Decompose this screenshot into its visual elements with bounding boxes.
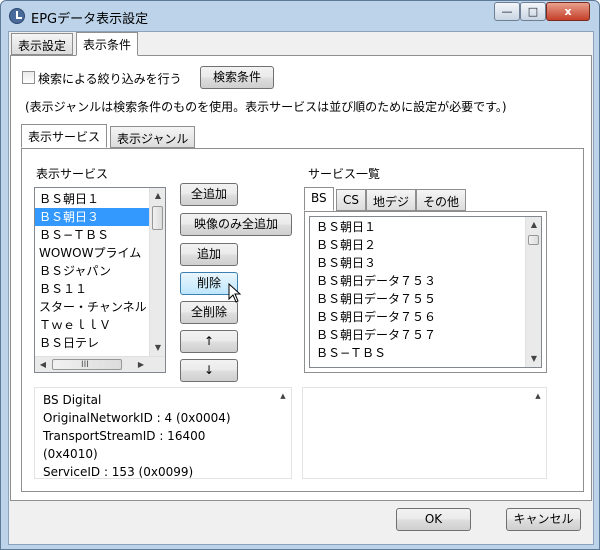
mouse-pointer-icon	[228, 283, 242, 303]
scroll-up-arrow-icon[interactable]: ▲	[275, 388, 291, 404]
list-item[interactable]: ＢＳジャパン	[35, 262, 150, 280]
scroll-down-arrow-icon[interactable]: ▼	[526, 351, 541, 367]
service-list-label: サービス一覧	[308, 167, 381, 181]
list-item[interactable]: ＢＳ日テレ	[35, 334, 150, 352]
scroll-down-arrow-icon[interactable]: ▼	[150, 340, 165, 356]
display-services-listbox[interactable]: ＢＳ朝日１ ＢＳ朝日３ ＢＳ−ＴＢＳ WOWOWプライム ＢＳジャパン ＢＳ１１…	[34, 187, 166, 373]
tab-display-services[interactable]: 表示サービス	[21, 124, 108, 148]
tab-other[interactable]: その他	[416, 189, 467, 211]
service-list-vscroll[interactable]: ▲ ▼	[525, 217, 541, 367]
display-conditions-panel: 検索による絞り込みを行う 検索条件 (表示ジャンルは検索条件のものを使用。表示サ…	[10, 55, 592, 501]
title-bar[interactable]: EPGデータ表示設定 — □ x	[1, 1, 599, 31]
close-button[interactable]: x	[546, 2, 590, 21]
display-services-label: 表示サービス	[36, 167, 109, 181]
scroll-right-arrow-icon[interactable]: ▶	[133, 357, 149, 372]
list-item[interactable]: ＢＳ朝日データ７５５	[312, 290, 524, 308]
add-all-button[interactable]: 全追加	[180, 183, 238, 206]
list-item[interactable]: ＢＳ朝日データ７５６	[312, 308, 524, 326]
list-item[interactable]: WOWOWプライム	[35, 244, 150, 262]
add-button[interactable]: 追加	[180, 243, 238, 266]
scroll-thumb[interactable]	[528, 235, 539, 245]
info-network: BS Digital	[43, 393, 102, 407]
display-services-vscroll[interactable]: ▲ ▼	[149, 188, 165, 356]
filter-checkbox-label[interactable]: 検索による絞り込みを行う	[38, 70, 182, 87]
scroll-left-arrow-icon[interactable]: ◀	[35, 357, 51, 372]
tab-terrestrial[interactable]: 地デジ	[366, 189, 417, 211]
list-item[interactable]: ＢＳ−ＴＢＳ	[312, 344, 524, 362]
scroll-up-arrow-icon[interactable]: ▲	[530, 388, 546, 404]
info-tsid: TransportStreamID : 16400	[43, 429, 206, 443]
list-item[interactable]: ＢＳ−ＴＢＳ	[35, 226, 150, 244]
filter-checkbox[interactable]	[22, 71, 35, 84]
move-down-button[interactable]: ↓	[180, 359, 238, 382]
delete-all-button[interactable]: 全削除	[180, 301, 238, 324]
list-item[interactable]: ＢＳ朝日２	[312, 236, 524, 254]
window: EPGデータ表示設定 — □ x 表示設定 表示条件 検索による絞り込みを行う …	[0, 0, 600, 550]
info-tsid-hex: (0x4010)	[43, 447, 98, 461]
list-item[interactable]: ＢＳ朝日１	[35, 190, 150, 208]
list-item[interactable]: ＢＳ朝日１	[312, 218, 524, 236]
tab-display-genres[interactable]: 表示ジャンル	[110, 126, 196, 148]
move-up-button[interactable]: ↑	[180, 330, 238, 353]
note-text: (表示ジャンルは検索条件のものを使用。表示サービスは並び順のために設定が必要です…	[25, 100, 507, 114]
grip-icon: III	[81, 360, 89, 370]
list-item[interactable]: ＢＳ１１	[35, 280, 150, 298]
display-services-panel: 表示サービス ＢＳ朝日１ ＢＳ朝日３ ＢＳ−ＴＢＳ WOWOWプライム ＢＳジャ…	[21, 148, 584, 492]
list-item[interactable]: ＴｗｅｌｌＶ	[35, 316, 150, 334]
info-sid: ServiceID : 153 (0x0099)	[43, 465, 194, 479]
search-conditions-button[interactable]: 検索条件	[200, 66, 274, 89]
list-item[interactable]: ＢＳ朝日３	[312, 254, 524, 272]
tab-bs[interactable]: BS	[304, 187, 334, 211]
list-item[interactable]: ＢＳ朝日データ７５７	[312, 326, 524, 344]
tab-display-conditions[interactable]: 表示条件	[76, 32, 139, 56]
window-title: EPGデータ表示設定	[31, 12, 149, 27]
list-item[interactable]: スター・チャンネル	[35, 298, 150, 316]
service-list-panel: ＢＳ朝日１ ＢＳ朝日２ ＢＳ朝日３ ＢＳ朝日データ７５３ ＢＳ朝日データ７５５ …	[304, 211, 547, 373]
display-services-hscroll[interactable]: ◀ III ▶	[35, 356, 165, 372]
info-onid: OriginalNetworkID : 4 (0x0004)	[43, 411, 231, 425]
display-services-items: ＢＳ朝日１ ＢＳ朝日３ ＢＳ−ＴＢＳ WOWOWプライム ＢＳジャパン ＢＳ１１…	[35, 190, 150, 352]
maximize-button[interactable]: □	[520, 2, 546, 21]
scroll-up-arrow-icon[interactable]: ▲	[150, 188, 165, 204]
tab-cs[interactable]: CS	[336, 189, 366, 211]
dialog-client: 表示設定 表示条件 検索による絞り込みを行う 検索条件 (表示ジャンルは検索条件…	[8, 31, 594, 545]
minimize-button[interactable]: —	[494, 2, 520, 21]
scroll-thumb[interactable]	[152, 206, 163, 230]
scroll-up-arrow-icon[interactable]: ▲	[526, 217, 541, 233]
list-item[interactable]: ＢＳ朝日データ７５３	[312, 272, 524, 290]
service-list-listbox[interactable]: ＢＳ朝日１ ＢＳ朝日２ ＢＳ朝日３ ＢＳ朝日データ７５３ ＢＳ朝日データ７５５ …	[309, 216, 542, 368]
service-info-box[interactable]: BS Digital OriginalNetworkID : 4 (0x0004…	[34, 387, 292, 479]
tab-display-settings[interactable]: 表示設定	[11, 33, 74, 55]
ok-button[interactable]: OK	[396, 508, 471, 531]
app-clock-icon	[9, 8, 25, 24]
service-list-info-box[interactable]: ▲	[302, 387, 547, 479]
cancel-button[interactable]: キャンセル	[506, 508, 581, 531]
add-video-only-button[interactable]: 映像のみ全追加	[180, 213, 292, 236]
service-list-items: ＢＳ朝日１ ＢＳ朝日２ ＢＳ朝日３ ＢＳ朝日データ７５３ ＢＳ朝日データ７５５ …	[312, 218, 524, 362]
scroll-thumb-horizontal[interactable]: III	[52, 359, 122, 370]
list-item-selected[interactable]: ＢＳ朝日３	[35, 208, 150, 226]
